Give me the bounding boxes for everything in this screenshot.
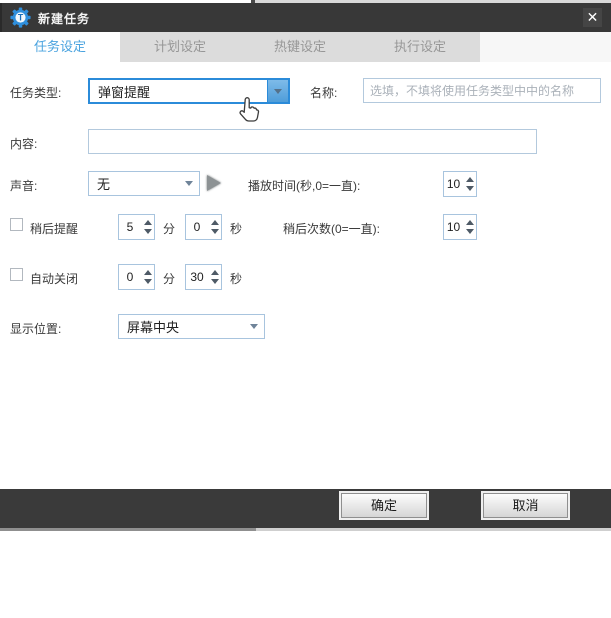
tab-execute-settings[interactable]: 执行设定 [360,32,480,62]
remind-later-min-unit: 分 [163,220,175,237]
window-title: 新建任务 [38,10,90,27]
chevron-down-icon [274,89,282,94]
spinner-up-icon[interactable] [211,220,219,225]
close-button[interactable]: ✕ [583,8,602,27]
footer-bar: 确定 取消 [0,489,611,528]
window-shadow [256,528,611,531]
sound-label: 声音: [10,177,37,194]
play-sound-icon[interactable] [207,175,221,191]
sound-dropdown[interactable]: 无 [88,171,200,196]
name-label: 名称: [310,84,337,101]
sound-value: 无 [89,174,179,193]
app-gear-logo-icon: T [10,7,31,28]
auto-close-sec-value: 30 [186,265,208,289]
spinner-up-icon[interactable] [144,220,152,225]
spinner-down-icon[interactable] [211,279,219,284]
form-panel: 任务类型: 弹窗提醒 名称: 内容: 声音: 无 播放时间(秒,0=一直): 1… [0,62,611,489]
position-dropdown[interactable]: 屏幕中央 [118,314,265,339]
remind-later-sec-unit: 秒 [230,220,242,237]
task-type-dropdown-button[interactable] [267,80,288,102]
svg-text:T: T [18,13,24,23]
spinner-up-icon[interactable] [466,220,474,225]
auto-close-min-unit: 分 [163,270,175,287]
play-time-value: 10 [444,172,463,196]
tab-bar: 任务设定 计划设定 热键设定 执行设定 [0,32,611,62]
spinner-down-icon[interactable] [144,279,152,284]
task-type-dropdown[interactable]: 弹窗提醒 [88,78,290,104]
task-type-value: 弹窗提醒 [90,82,267,101]
tab-plan-settings[interactable]: 计划设定 [120,32,240,62]
spinner-up-icon[interactable] [144,270,152,275]
spinner-down-icon[interactable] [466,229,474,234]
later-count-label: 稍后次数(0=一直): [283,220,380,237]
later-count-value: 10 [444,215,463,239]
spinner-down-icon[interactable] [211,229,219,234]
auto-close-min-spinner[interactable]: 0 [118,264,155,290]
spinner-down-icon[interactable] [144,229,152,234]
name-input[interactable] [363,78,601,103]
remind-later-min-value: 5 [119,215,141,239]
position-label: 显示位置: [10,320,61,337]
window-shadow [0,528,256,531]
remind-later-checkbox[interactable] [10,218,23,231]
content-input[interactable] [88,129,537,154]
chevron-down-icon [185,181,193,186]
tab-hotkey-settings[interactable]: 热键设定 [240,32,360,62]
title-bar: T 新建任务 ✕ [0,3,611,32]
tab-task-settings[interactable]: 任务设定 [0,32,120,62]
position-value: 屏幕中央 [119,317,244,336]
auto-close-min-value: 0 [119,265,141,289]
remind-later-min-spinner[interactable]: 5 [118,214,155,240]
later-count-spinner[interactable]: 10 [443,214,477,240]
remind-later-sec-value: 0 [186,215,208,239]
spinner-up-icon[interactable] [211,270,219,275]
auto-close-sec-spinner[interactable]: 30 [185,264,222,290]
auto-close-sec-unit: 秒 [230,270,242,287]
ok-button[interactable]: 确定 [341,493,427,518]
spinner-down-icon[interactable] [466,186,474,191]
play-time-spinner[interactable]: 10 [443,171,477,197]
content-label: 内容: [10,135,37,152]
auto-close-checkbox[interactable] [10,268,23,281]
play-time-label: 播放时间(秒,0=一直): [248,177,360,194]
cancel-button[interactable]: 取消 [483,493,568,518]
remind-later-label: 稍后提醒 [30,220,78,237]
chevron-down-icon [250,324,258,329]
spinner-up-icon[interactable] [466,177,474,182]
remind-later-sec-spinner[interactable]: 0 [185,214,222,240]
task-type-label: 任务类型: [10,84,61,101]
auto-close-label: 自动关闭 [30,270,78,287]
